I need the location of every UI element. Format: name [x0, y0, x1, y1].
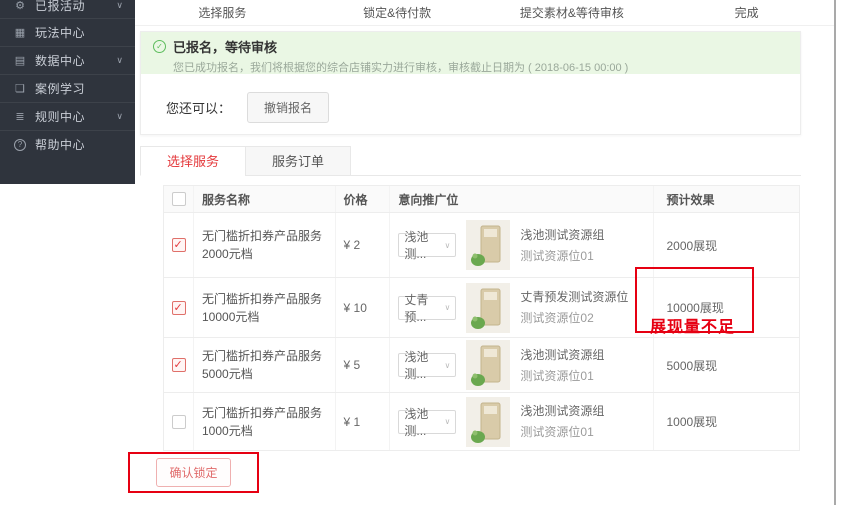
row-checkbox[interactable] [171, 358, 186, 372]
slot-select-value: 浅池测... [404, 350, 429, 381]
service-name: 无门槛折扣券产品服务2000元档 [202, 229, 323, 261]
rules-icon: ≣ [15, 111, 25, 123]
sidebar-item-play-center[interactable]: ▦ 玩法中心 [0, 18, 135, 46]
service-name: 无门槛折扣券产品服务10000元档 [202, 291, 323, 324]
sidebar-item-reported-activities[interactable]: ⚙ 已报活动 ∨ [0, 0, 135, 18]
select-all-checkbox[interactable] [171, 192, 186, 206]
tab-service-orders[interactable]: 服务订单 [245, 146, 352, 176]
slot-select-dropdown[interactable]: 浅池测... ∨ [398, 407, 457, 438]
chevron-down-icon: ∨ [444, 417, 451, 426]
resource-slot-name: 测试资源位02 [520, 311, 594, 325]
slot-select-dropdown[interactable]: 丈青预... ∨ [398, 293, 457, 324]
resource-slot-name: 测试资源位01 [520, 368, 594, 383]
alert-title: 已报名，等待审核 [173, 40, 278, 55]
annotation-box-confirm: 确认锁定 [128, 452, 259, 493]
sidebar-item-label: 玩法中心 [35, 26, 86, 40]
confirm-lock-button[interactable]: 确认锁定 [156, 458, 231, 487]
product-thumbnail [466, 282, 511, 333]
sidebar-item-help-center[interactable]: ? 帮助中心 [0, 130, 135, 158]
table-row: 无门槛折扣券产品服务5000元档 ¥ 5 浅池测... ∨ 浅池测试资源组 测试… [164, 337, 799, 392]
col-header-slot: 意向推广位 [390, 186, 655, 212]
tab-bar: 选择服务 服务订单 [140, 146, 801, 176]
table-row: 无门槛折扣券产品服务1000元档 ¥ 1 浅池测... ∨ 浅池测试资源组 测试… [164, 392, 799, 450]
tab-select-service[interactable]: 选择服务 [140, 146, 247, 176]
resource-slot-name: 测试资源位01 [520, 425, 594, 439]
expected-effect: 2000展现 [666, 238, 718, 253]
status-panel: ✓ 已报名，等待审核 您已成功报名，我们将根据您的综合店铺实力进行审核，审核截止… [140, 31, 801, 135]
gift-icon: ▦ [14, 27, 26, 39]
product-thumbnail [466, 340, 511, 390]
resource-group-name: 浅池测试资源组 [520, 404, 605, 418]
alert-description: 您已成功报名，我们将根据您的综合店铺实力进行审核，审核截止日期为 ( 2018-… [173, 62, 629, 74]
chevron-down-icon: ∨ [116, 55, 123, 65]
chevron-down-icon: ∨ [444, 360, 451, 370]
sidebar-item-rules-center[interactable]: ≣ 规则中心 ∨ [0, 102, 135, 130]
more-actions-label: 您还可以： [166, 101, 232, 116]
sidebar-item-label: 案例学习 [35, 82, 86, 96]
gear-icon: ⚙ [15, 0, 25, 12]
divider [135, 25, 834, 26]
sidebar-item-data-center[interactable]: ▤ 数据中心 ∨ [0, 46, 135, 74]
service-price: ¥ 10 [343, 300, 367, 315]
expected-effect: 5000展现 [666, 358, 718, 373]
sidebar-item-label: 规则中心 [35, 110, 86, 124]
annotation-insufficient-label: 展现量不足 [650, 319, 736, 336]
step-lock-payment: 锁定&待付款 [363, 6, 432, 20]
sidebar-item-label: 已报活动 [35, 0, 86, 13]
step-indicator: 选择服务 锁定&待付款 提交素材&等待审核 完成 [135, 4, 834, 21]
step-submit-review: 提交素材&等待审核 [519, 6, 624, 20]
sidebar-item-case-study[interactable]: ❏ 案例学习 [0, 74, 135, 102]
expected-effect: 1000展现 [666, 415, 718, 429]
slot-select-value: 浅池测... [404, 406, 429, 438]
service-price: ¥ 2 [343, 238, 361, 252]
service-price: ¥ 1 [343, 414, 361, 429]
row-checkbox[interactable] [171, 414, 186, 429]
row-checkbox[interactable] [171, 300, 186, 315]
service-price: ¥ 5 [343, 358, 361, 372]
check-circle-icon: ✓ [153, 40, 166, 53]
col-header-price: 价格 [336, 186, 391, 212]
step-done: 完成 [734, 6, 759, 20]
sidebar-item-label: 帮助中心 [35, 138, 86, 152]
page-border [834, 0, 836, 505]
service-name: 无门槛折扣券产品服务1000元档 [202, 405, 323, 438]
step-select-service: 选择服务 [198, 6, 247, 20]
slot-select-value: 丈青预... [404, 292, 429, 324]
chevron-down-icon: ∨ [116, 111, 123, 121]
product-thumbnail [466, 220, 511, 270]
slot-select-dropdown[interactable]: 浅池测... ∨ [398, 230, 457, 261]
col-header-effect: 预计效果 [666, 192, 715, 207]
chevron-down-icon: ∨ [444, 240, 451, 250]
chevron-icon: ∨ [116, 0, 123, 10]
book-icon: ❏ [15, 83, 25, 95]
slot-select-dropdown[interactable]: 浅池测... ∨ [398, 350, 457, 381]
cancel-signup-button[interactable]: 撤销报名 [247, 92, 330, 123]
table-header-row: 服务名称 价格 意向推广位 预计效果 [164, 186, 799, 212]
help-icon: ? [14, 138, 26, 151]
resource-group-name: 浅池测试资源组 [520, 347, 605, 362]
success-alert: ✓ 已报名，等待审核 您已成功报名，我们将根据您的综合店铺实力进行审核，审核截止… [141, 32, 800, 74]
chart-icon: ▤ [14, 55, 26, 67]
service-name: 无门槛折扣券产品服务5000元档 [202, 349, 323, 381]
row-checkbox[interactable] [171, 238, 186, 252]
resource-slot-name: 测试资源位01 [520, 248, 594, 263]
sidebar: ⚙ 已报活动 ∨ ▦ 玩法中心 ▤ 数据中心 ∨ ❏ 案例学习 ≣ 规则中心 ∨… [0, 0, 135, 184]
col-header-service-name: 服务名称 [194, 186, 336, 212]
resource-group-name: 丈青预发测试资源位 [520, 290, 629, 304]
slot-select-value: 浅池测... [404, 230, 429, 261]
resource-group-name: 浅池测试资源组 [520, 227, 605, 242]
product-thumbnail [466, 396, 511, 447]
chevron-down-icon: ∨ [444, 303, 451, 312]
sidebar-item-label: 数据中心 [35, 54, 86, 68]
